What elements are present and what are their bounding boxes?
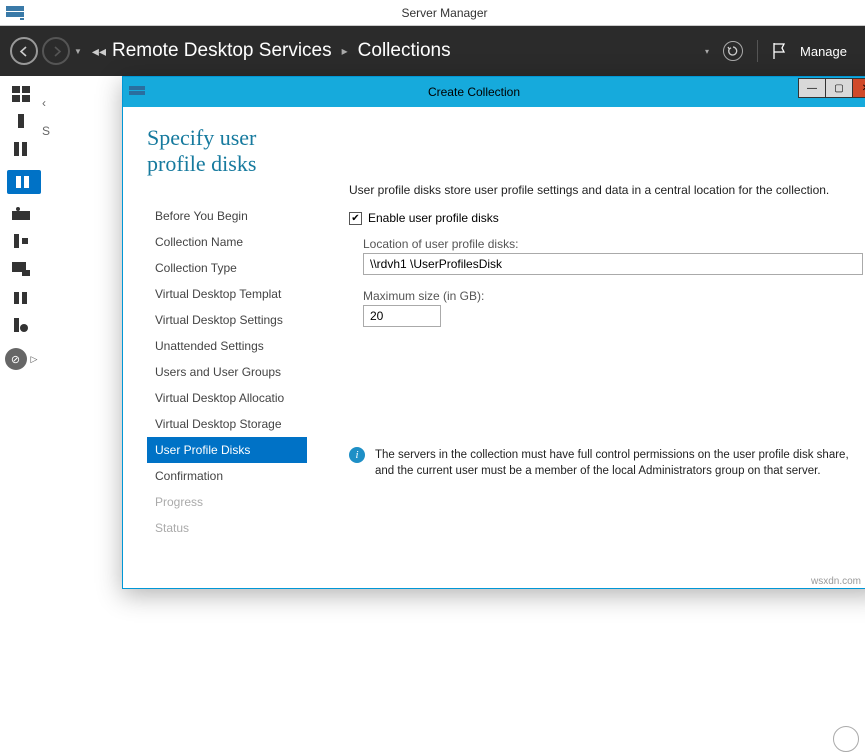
left-nav-rail: ⊘ ▷ xyxy=(0,76,42,589)
watermark: wsxdn.com xyxy=(811,576,861,587)
wizard-step[interactable]: Virtual Desktop Settings xyxy=(147,307,307,333)
refresh-button[interactable] xyxy=(723,41,743,61)
breadcrumb-back-icon[interactable]: ◂◂ xyxy=(92,43,106,60)
info-box: i The servers in the collection must hav… xyxy=(349,447,863,479)
server-manager-icon xyxy=(6,6,24,20)
dialog-title: Create Collection xyxy=(149,85,799,99)
nav-back-button[interactable] xyxy=(10,37,38,65)
notifications-flag-icon[interactable] xyxy=(772,43,786,59)
create-collection-dialog: Create Collection — ▢ ✕ Specify user pro… xyxy=(122,76,865,589)
enable-upd-row: ✔ Enable user profile disks xyxy=(349,211,863,225)
dialog-titlebar[interactable]: Create Collection — ▢ ✕ xyxy=(123,77,865,107)
rail-item-5-icon[interactable] xyxy=(12,206,30,222)
info-icon: i xyxy=(349,447,365,463)
wizard-step[interactable]: Confirmation xyxy=(147,463,307,489)
minimize-button[interactable]: — xyxy=(798,78,826,98)
wizard-step[interactable]: Collection Type xyxy=(147,255,307,281)
rail-item-7-icon[interactable] xyxy=(12,262,30,278)
rail-item-active[interactable] xyxy=(7,170,41,194)
window-titlebar: Server Manager xyxy=(0,0,865,26)
intro-text: User profile disks store user profile se… xyxy=(349,183,863,197)
wizard-step[interactable]: Unattended Settings xyxy=(147,333,307,359)
breadcrumb: ◂◂ Remote Desktop Services ▸ Collections xyxy=(92,40,705,62)
wizard-step[interactable]: Users and User Groups xyxy=(147,359,307,385)
maximize-button[interactable]: ▢ xyxy=(825,78,853,98)
rail-local-server-icon[interactable] xyxy=(12,114,30,130)
dialog-app-icon xyxy=(129,86,145,98)
maxsize-label: Maximum size (in GB): xyxy=(363,289,863,303)
bg-circle-icon xyxy=(833,726,859,752)
rail-rds-icon[interactable]: ⊘ ▷ xyxy=(5,348,38,370)
window-buttons: — ▢ ✕ xyxy=(799,78,865,100)
breadcrumb-item-collections[interactable]: Collections xyxy=(358,40,451,62)
breadcrumb-separator-icon: ▸ xyxy=(342,44,348,58)
close-button[interactable]: ✕ xyxy=(852,78,865,98)
location-input[interactable]: \\rdvh1 \UserProfilesDisk xyxy=(363,253,863,275)
app-header: ▼ ◂◂ Remote Desktop Services ▸ Collectio… xyxy=(0,26,865,76)
window-title: Server Manager xyxy=(30,6,859,20)
rail-all-servers-icon[interactable] xyxy=(12,142,30,158)
wizard-step-disabled: Progress xyxy=(147,489,307,515)
info-text: The servers in the collection must have … xyxy=(375,447,853,479)
enable-upd-label: Enable user profile disks xyxy=(368,211,499,225)
enable-upd-checkbox[interactable]: ✔ xyxy=(349,212,362,225)
bg-peek-char: ‹S xyxy=(42,96,50,138)
rail-item-9-icon[interactable] xyxy=(12,318,30,334)
maxsize-input[interactable]: 20 xyxy=(363,305,441,327)
dialog-left-col: Specify user profile disks Before You Be… xyxy=(147,125,319,578)
main-area: ⊘ ▷ ‹S tota Vir Create Collection — ▢ ✕ xyxy=(0,76,865,589)
wizard-step[interactable]: Collection Name xyxy=(147,229,307,255)
dialog-heading: Specify user profile disks xyxy=(147,125,319,177)
dialog-content: User profile disks store user profile se… xyxy=(349,125,863,578)
dialog-body: Specify user profile disks Before You Be… xyxy=(123,107,865,588)
nav-forward-button xyxy=(42,37,70,65)
background-panel: ‹S tota Vir Create Collection — ▢ ✕ xyxy=(42,76,865,589)
nav-buttons: ▼ xyxy=(0,37,92,65)
rail-item-8-icon[interactable] xyxy=(12,290,30,306)
wizard-step[interactable]: Virtual Desktop Templat xyxy=(147,281,307,307)
header-divider xyxy=(757,40,758,62)
header-dropdown-icon[interactable]: ▾ xyxy=(705,47,709,56)
rail-dashboard-icon[interactable] xyxy=(12,86,30,102)
wizard-steps: Before You Begin Collection Name Collect… xyxy=(147,203,307,541)
wizard-step[interactable]: Virtual Desktop Storage xyxy=(147,411,307,437)
wizard-step[interactable]: Virtual Desktop Allocatio xyxy=(147,385,307,411)
wizard-step-disabled: Status xyxy=(147,515,307,541)
wizard-step[interactable]: Before You Begin xyxy=(147,203,307,229)
rail-item-6-icon[interactable] xyxy=(12,234,30,250)
nav-history-dropdown[interactable]: ▼ xyxy=(74,47,82,56)
location-label: Location of user profile disks: xyxy=(363,237,863,251)
wizard-step-active[interactable]: User Profile Disks xyxy=(147,437,307,463)
header-actions: ▾ Manage xyxy=(705,40,865,62)
breadcrumb-item-rds[interactable]: Remote Desktop Services xyxy=(112,40,332,62)
manage-menu[interactable]: Manage xyxy=(800,44,847,59)
